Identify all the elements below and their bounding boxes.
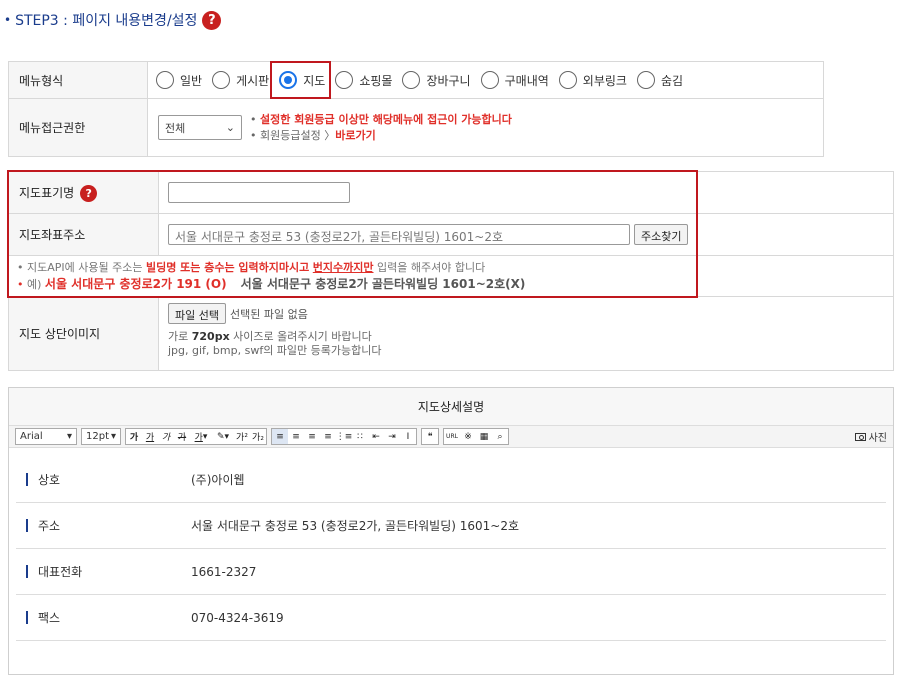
quote-icon[interactable]: ❝: [422, 429, 438, 444]
menu-type-label: 메뉴형식: [8, 61, 148, 99]
url-icon[interactable]: URL: [444, 429, 460, 444]
radio-general[interactable]: 일반: [156, 71, 202, 89]
access-label: 메뉴접근권한: [8, 98, 148, 157]
shortcut-link[interactable]: 바로가기: [335, 129, 375, 142]
info-row-phone: 대표전화 1661-2327: [16, 549, 886, 595]
radio-shop[interactable]: 쇼핑몰: [335, 71, 392, 89]
highlight-color-button[interactable]: ✎▾: [212, 429, 234, 444]
unordered-list-icon[interactable]: ∷: [352, 429, 368, 444]
radio-cart[interactable]: 장바구니: [402, 71, 471, 89]
step-title: • STEP3 : 페이지 내용변경/설정 ?: [4, 10, 222, 30]
file-status: 선택된 파일 없음: [229, 307, 308, 321]
chevron-down-icon: ⌄: [225, 121, 235, 134]
camera-icon: [854, 432, 866, 441]
font-size-select[interactable]: 12pt ▾: [81, 428, 121, 445]
radio-orders[interactable]: 구매내역: [480, 71, 549, 89]
align-right-icon[interactable]: ≡: [304, 429, 320, 444]
bullet: •: [4, 13, 12, 27]
bold-button[interactable]: 가: [126, 429, 142, 444]
info-row-company: 상호 (주)아이웹: [16, 457, 886, 503]
editor-title: 지도상세설명: [9, 388, 893, 426]
editor-toolbar: Arial ▾ 12pt ▾ 가 가 가 가 가 ▾ ✎▾ 가² 가₂ ≡ ≡ ≡ ≡…: [9, 426, 893, 448]
italic-button[interactable]: 가: [158, 429, 174, 444]
editor-content[interactable]: 상호 (주)아이웹 주소 서울 서대문구 충정로 53 (충정로2가, 골든타워…: [16, 457, 886, 641]
underline-button[interactable]: 가: [142, 429, 158, 444]
map-image-label: 지도 상단이미지: [8, 296, 159, 371]
info-row-fax: 팩스 070-4324-3619: [16, 595, 886, 641]
strike-button[interactable]: 가: [174, 429, 190, 444]
superscript-button[interactable]: 가²: [234, 429, 250, 444]
image-hint: 가로 720px 사이즈로 올려주시기 바랍니다 jpg, gif, bmp, …: [168, 330, 382, 357]
align-justify-icon[interactable]: ≡: [320, 429, 336, 444]
line-height-icon[interactable]: Ι: [400, 429, 416, 444]
highlight-map-radio: [270, 61, 331, 99]
ordered-list-icon[interactable]: ⋮≡: [336, 429, 353, 444]
radio-external-link[interactable]: 외부링크: [558, 71, 627, 89]
question-icon[interactable]: ?: [202, 10, 222, 30]
photo-button[interactable]: 사진: [854, 429, 887, 444]
search-icon[interactable]: ⌕: [492, 429, 508, 444]
step-title-text: STEP3 : 페이지 내용변경/설정: [15, 13, 198, 29]
subscript-button[interactable]: 가₂: [250, 429, 266, 444]
indent-icon[interactable]: ⇥: [384, 429, 400, 444]
outdent-icon[interactable]: ⇤: [368, 429, 384, 444]
highlight-map-fields: [7, 170, 698, 298]
radio-board[interactable]: 게시판: [212, 71, 269, 89]
file-select-button[interactable]: 파일 선택: [168, 303, 226, 324]
detail-editor: 지도상세설명 Arial ▾ 12pt ▾ 가 가 가 가 가 ▾ ✎▾ 가² 가₂ …: [8, 387, 894, 675]
access-select[interactable]: 전체 ⌄: [158, 115, 242, 140]
access-notes: • 설정한 회원등급 이상만 해당메뉴에 접근이 가능합니다 • 회원등급설정 …: [250, 112, 512, 142]
special-char-icon[interactable]: ※: [460, 429, 476, 444]
align-left-icon[interactable]: ≡: [272, 429, 288, 444]
info-row-address: 주소 서울 서대문구 충정로 53 (충정로2가, 골든타워빌딩) 1601~2…: [16, 503, 886, 549]
table-icon[interactable]: ▦: [476, 429, 492, 444]
menu-settings-table: 메뉴형식 일반 게시판 지도 쇼핑몰 장바구니 구매내역 외부링크 숨김 메뉴접…: [8, 61, 824, 157]
menu-type-radio-group: 일반 게시판 지도 쇼핑몰 장바구니 구매내역 외부링크 숨김: [148, 71, 823, 89]
font-family-select[interactable]: Arial ▾: [15, 428, 77, 445]
font-color-button[interactable]: 가 ▾: [190, 429, 212, 444]
radio-hidden[interactable]: 숨김: [636, 71, 683, 89]
align-center-icon[interactable]: ≡: [288, 429, 304, 444]
